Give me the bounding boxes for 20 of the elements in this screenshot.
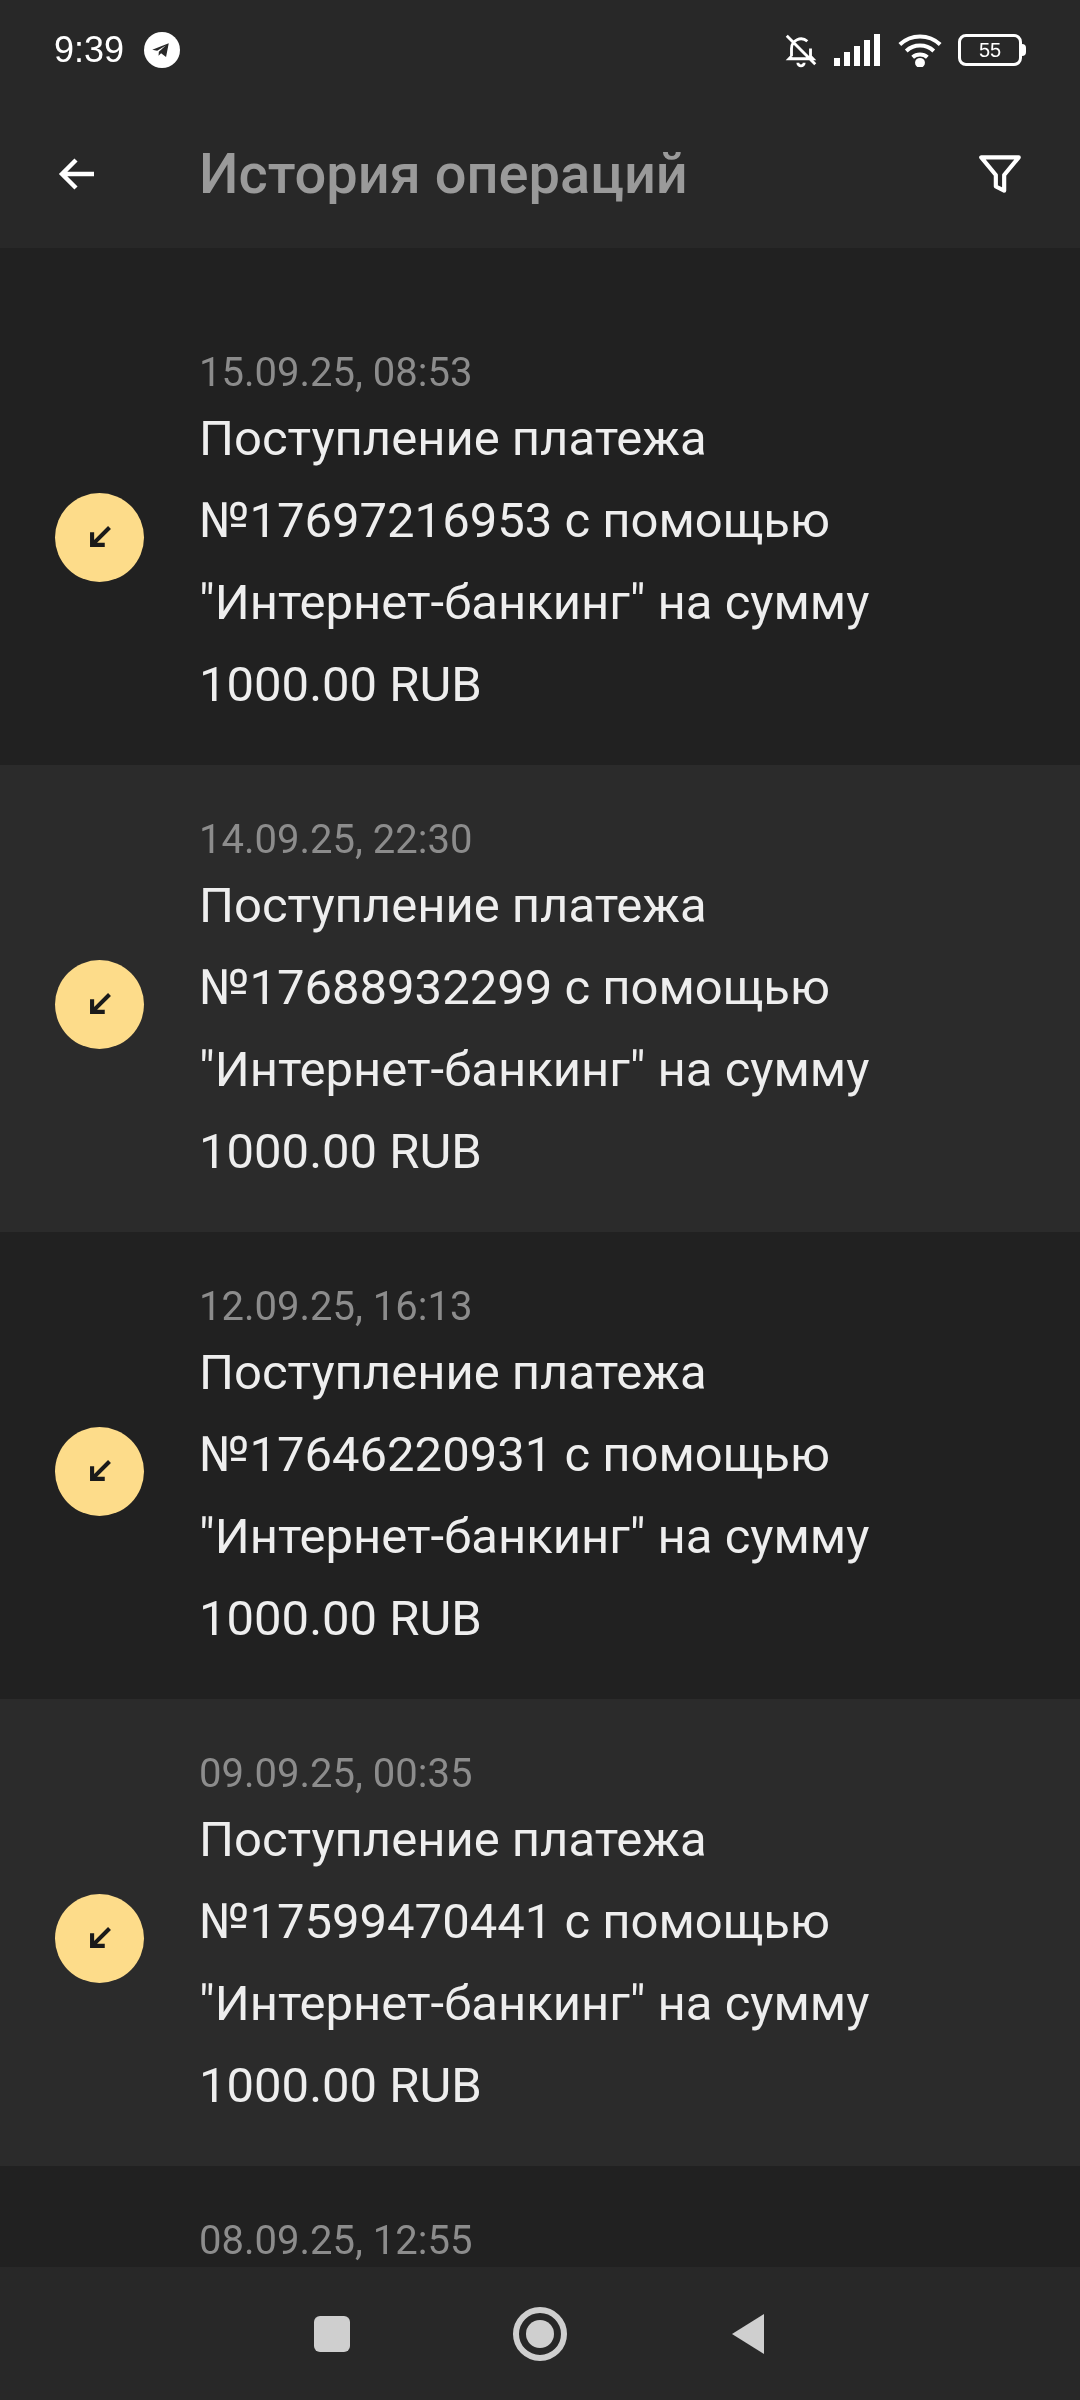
operation-date: 15.09.25, 08:53 [199, 348, 474, 398]
operation-description: Поступление платежа №17688932299 с помощью "Интернет-банкинг" на сумму 1000.00 RUB [199, 876, 871, 1182]
square-icon [312, 2313, 352, 2354]
operation-description: Поступление платежа №17599470441 с помощью "Интернет-банкинг" на сумму 1000.00 RUB [199, 1810, 871, 2116]
paper-plane-icon [144, 32, 181, 68]
home-button[interactable] [512, 2305, 568, 2362]
status-time: 9:39 [54, 28, 125, 72]
recents-button[interactable] [312, 2313, 352, 2354]
battery-level: 55 [978, 40, 1002, 60]
operation-description: Поступление платежа №17697216953 с помощью "Интернет-банкинг" на сумму 1000.00 RUB [199, 409, 871, 715]
page-title: История операций [199, 140, 689, 209]
operation-row[interactable]: 14.09.25, 22:30 Поступление платежа №17688932299 с помощью "Интернет-банкинг" на сумму 1000.00 RUB [0, 765, 1080, 1232]
operation-description: Поступление платежа №17646220931 с помощью "Интернет-банкинг" на сумму 1000.00 RUB [199, 1343, 871, 1649]
operation-row[interactable]: 09.09.25, 00:35 Поступление платежа №17599470441 с помощью "Интернет-банкинг" на сумму 1000.00 RUB [0, 1699, 1080, 2166]
operation-date: 09.09.25, 00:35 [199, 1749, 474, 1799]
operation-date: 12.09.25, 16:13 [199, 1282, 474, 1332]
operation-date: 08.09.25, 12:55 [199, 2216, 473, 2266]
circle-icon [512, 2305, 568, 2362]
wifi-icon [898, 33, 942, 67]
operation-date: 14.09.25, 22:30 [199, 815, 474, 865]
